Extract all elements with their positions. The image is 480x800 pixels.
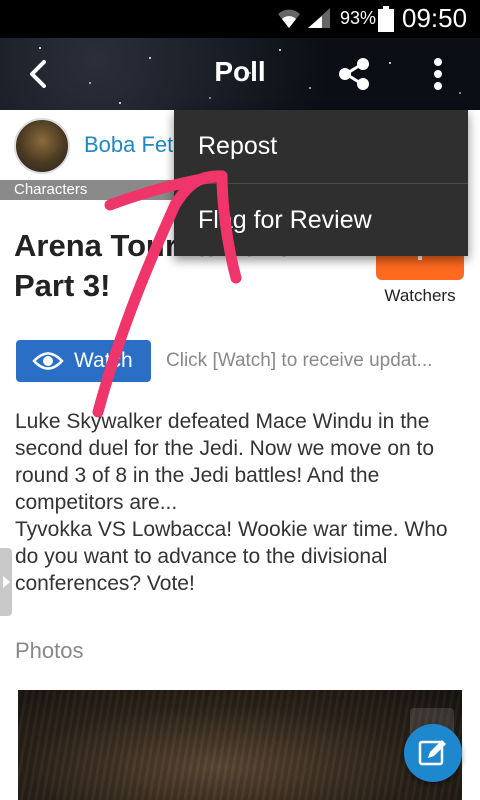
chevron-right-icon bbox=[3, 576, 10, 588]
post-body: Luke Skywalker defeated Mace Windu in th… bbox=[15, 408, 470, 597]
post-body-text: Luke Skywalker defeated Mace Windu in th… bbox=[15, 410, 448, 595]
avatar[interactable] bbox=[14, 118, 70, 174]
battery-icon bbox=[378, 6, 394, 37]
photo-thumbnail[interactable] bbox=[18, 690, 462, 800]
side-drawer-handle[interactable] bbox=[0, 548, 12, 616]
edit-icon bbox=[418, 740, 446, 766]
status-bar: 93% 09:50 bbox=[0, 0, 480, 38]
watchers-label: Watchers bbox=[384, 286, 456, 305]
category-badge[interactable]: Characters bbox=[0, 180, 196, 200]
overflow-menu: Repost Flag for Review bbox=[174, 110, 468, 256]
watch-button[interactable]: Watch bbox=[16, 340, 151, 382]
menu-item-repost[interactable]: Repost bbox=[174, 110, 468, 183]
watch-hint: Click [Watch] to receive updat... bbox=[166, 350, 433, 371]
menu-item-flag-for-review[interactable]: Flag for Review bbox=[174, 183, 468, 256]
share-icon[interactable] bbox=[336, 56, 372, 92]
battery-percent: 93% bbox=[340, 8, 377, 28]
page-title: Poll bbox=[214, 56, 266, 87]
eye-icon bbox=[32, 350, 64, 377]
signal-icon bbox=[306, 6, 332, 35]
photo-texture bbox=[18, 690, 462, 800]
photos-section-label: Photos bbox=[15, 638, 84, 663]
compose-fab-button[interactable] bbox=[404, 724, 462, 782]
more-vert-icon[interactable] bbox=[424, 56, 452, 92]
app-bar: Poll bbox=[0, 38, 480, 110]
author-name[interactable]: Boba Fet bbox=[84, 132, 173, 158]
watch-button-label: Watch bbox=[74, 349, 133, 372]
wifi-icon bbox=[276, 6, 302, 35]
clock: 09:50 bbox=[402, 3, 468, 33]
